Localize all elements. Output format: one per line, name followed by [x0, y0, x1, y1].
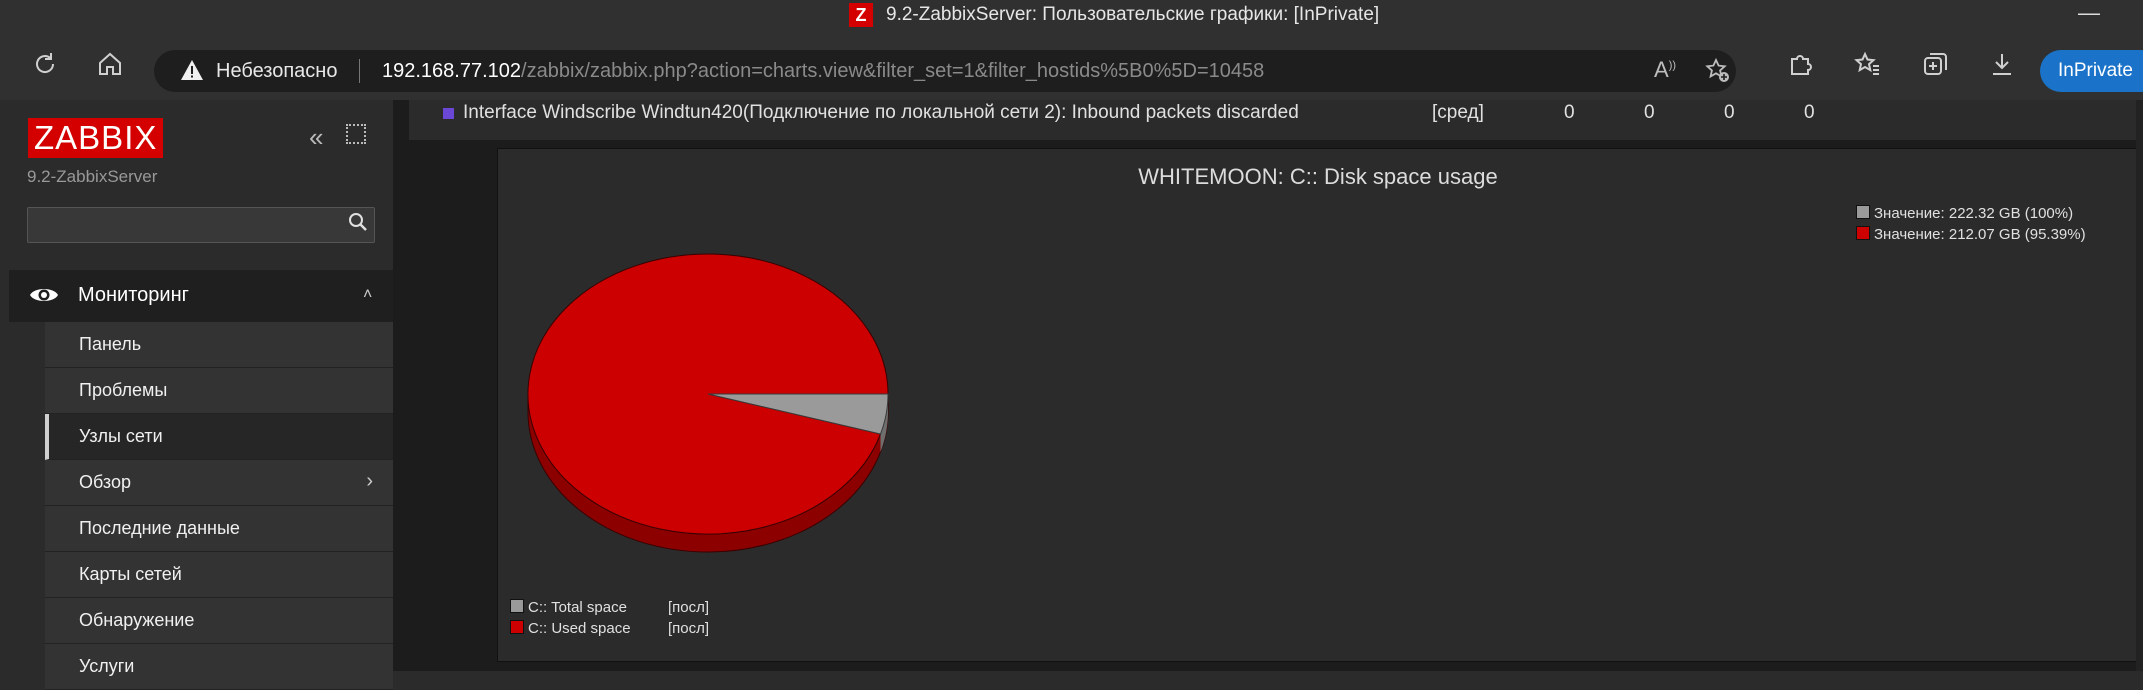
favorites-icon[interactable] [1853, 50, 1883, 80]
minimize-button[interactable]: — [2078, 0, 2100, 26]
eye-icon [30, 289, 58, 301]
zabbix-favicon-icon: Z [849, 3, 873, 27]
series-color-swatch [443, 108, 454, 119]
series-value-min: 0 [1644, 102, 1655, 123]
legend-swatch [1856, 205, 1870, 219]
legend-series-name: C:: Total space [528, 599, 627, 616]
sidebar-item-maps[interactable]: Карты сетей [45, 552, 393, 598]
sidebar-item-label: Обзор [79, 472, 131, 492]
sidebar-item-label: Обнаружение [79, 610, 195, 630]
zabbix-logo[interactable]: ZABBIX [28, 118, 164, 158]
window-title: 9.2-ZabbixServer: Пользовательские графи… [886, 4, 1380, 25]
series-legend: C:: Total space [посл] C:: Used space [пос… [510, 599, 709, 641]
main-content: Interface Windscribe Windtun420(Подключе… [393, 100, 2143, 671]
legend-series-fn: [посл] [668, 599, 710, 616]
url-path: /zabbix/zabbix.php?action=charts.view&fi… [521, 60, 1265, 82]
warning-icon [181, 60, 203, 80]
address-bar[interactable]: Небезопасно 192.168.77.102/zabbix/zabbix… [154, 50, 1736, 92]
download-icon[interactable] [1987, 50, 2017, 80]
window-title-bar: Z 9.2-ZabbixServer: Пользовательские гра… [0, 0, 2143, 30]
legend-series-fn: [посл] [668, 620, 710, 637]
series-value-avg: 0 [1724, 102, 1735, 123]
zabbix-sidebar: ZABBIX 9.2-ZabbixServer « Мониторинг ˄ П… [9, 100, 393, 690]
kiosk-mode-icon[interactable] [346, 124, 366, 144]
series-value-last: 0 [1564, 102, 1575, 123]
sidebar-item-label: Узлы сети [79, 426, 163, 446]
security-status[interactable]: Небезопасно [216, 60, 337, 83]
series-name: Interface Windscribe Windtun420(Подключе… [463, 102, 1299, 123]
page-scrollbar[interactable] [2136, 100, 2143, 671]
sidebar-item-problems[interactable]: Проблемы [45, 368, 393, 414]
sidebar-item-services[interactable]: Услуги [45, 644, 393, 690]
legend-swatch [510, 620, 524, 634]
legend-swatch [1856, 226, 1870, 240]
chevron-right-icon: › [366, 470, 373, 492]
reload-icon[interactable] [30, 50, 60, 80]
sidebar-item-discovery[interactable]: Обнаружение [45, 598, 393, 644]
extensions-icon[interactable] [1785, 50, 1815, 80]
sidebar-item-label: Услуги [79, 656, 135, 676]
url-text[interactable]: 192.168.77.102/zabbix/zabbix.php?action=… [382, 60, 1264, 83]
pie-chart-panel: WHITEMOON: C:: Disk space usage Значение… [497, 148, 2143, 662]
series-legend-item: C:: Total space [посл] [510, 599, 709, 620]
value-legend-item: Значение: 212.07 GB (95.39%) [1856, 226, 2086, 247]
chart-title: WHITEMOON: C:: Disk space usage [1138, 164, 1498, 189]
server-name: 9.2-ZabbixServer [27, 167, 158, 186]
legend-series-name: C:: Used space [528, 620, 631, 637]
sidebar-item-label: Панель [79, 334, 142, 354]
value-label-used: Значение: 212.07 GB (95.39%) [1874, 226, 2086, 243]
series-legend-item: C:: Used space [посл] [510, 620, 709, 641]
chevron-up-icon: ˄ [363, 286, 373, 303]
sidebar-item-overview[interactable]: Обзор › [45, 460, 393, 506]
address-separator [359, 59, 360, 83]
sidebar-item-label: Карты сетей [79, 564, 182, 584]
sidebar-item-label: Последние данные [79, 518, 240, 538]
menu-monitoring-label: Мониторинг [78, 284, 189, 306]
add-favorite-icon[interactable] [1704, 57, 1730, 89]
sidebar-item-dashboard[interactable]: Панель [45, 322, 393, 368]
search-icon[interactable] [348, 212, 368, 232]
graph-legend-row: Interface Windscribe Windtun420(Подключе… [409, 100, 2143, 140]
collections-icon[interactable] [1920, 50, 1950, 80]
pie-chart [527, 253, 889, 553]
value-legend-item: Значение: 222.32 GB (100%) [1856, 205, 2086, 226]
series-value-max: 0 [1804, 102, 1815, 123]
inprivate-badge[interactable]: InPrivate [2040, 50, 2143, 92]
legend-swatch [510, 599, 524, 613]
value-label-total: Значение: 222.32 GB (100%) [1874, 205, 2074, 222]
series-aggregation: [сред] [1432, 102, 1484, 123]
home-icon[interactable] [95, 50, 125, 80]
menu-monitoring[interactable]: Мониторинг ˄ [9, 270, 393, 322]
collapse-sidebar-icon[interactable]: « [309, 122, 323, 153]
sidebar-search-input[interactable] [27, 207, 375, 243]
sidebar-item-hosts[interactable]: Узлы сети [45, 414, 393, 460]
monitoring-submenu: Панель Проблемы Узлы сети Обзор › Последн… [45, 322, 393, 690]
url-host: 192.168.77.102 [382, 60, 522, 82]
sidebar-item-latest-data[interactable]: Последние данные [45, 506, 393, 552]
sidebar-item-label: Проблемы [79, 380, 168, 400]
read-aloud-icon[interactable]: A)) [1654, 57, 1676, 83]
value-legend: Значение: 222.32 GB (100%) Значение: 212… [1856, 205, 2086, 247]
